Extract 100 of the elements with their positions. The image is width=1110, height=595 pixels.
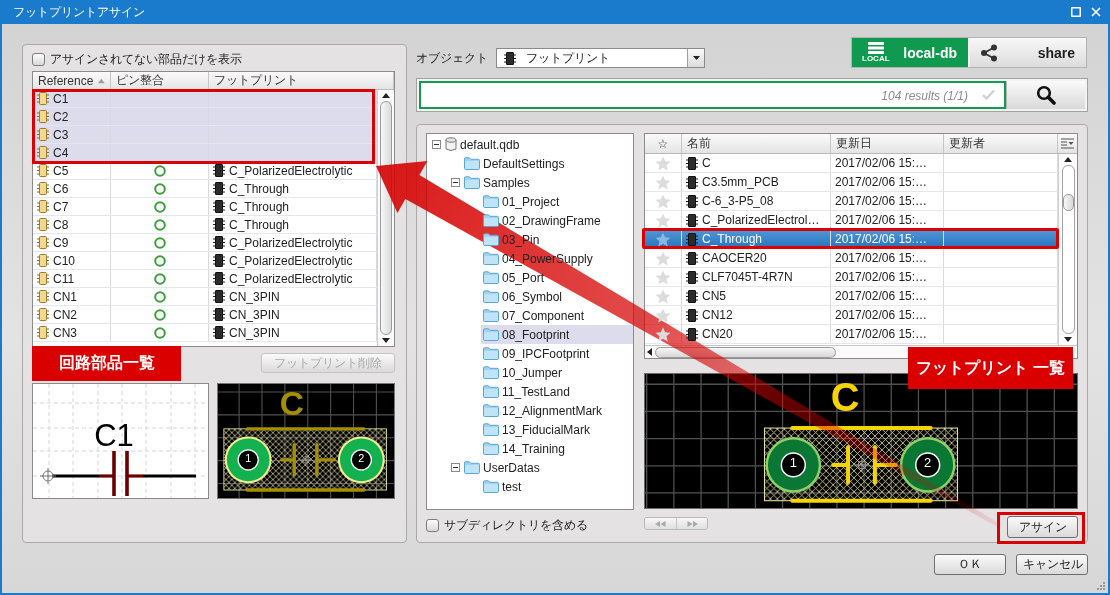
table-row[interactable]: C9 C_PolarizedElectrolytic xyxy=(33,234,377,252)
chip-icon xyxy=(686,175,698,189)
table-row[interactable]: C7 C_Through xyxy=(33,198,377,216)
column-header[interactable]: 名前 xyxy=(682,134,831,153)
star-icon[interactable] xyxy=(655,326,671,342)
table-row[interactable]: CAOCER20 2017/02/06 15:… xyxy=(645,249,1058,268)
table-row[interactable]: C-6_3-P5_08 2017/02/06 15:… xyxy=(645,192,1058,211)
reference-label: C10 xyxy=(53,253,75,268)
star-icon[interactable] xyxy=(655,269,671,285)
tree-item[interactable]: 02_DrawingFrame xyxy=(481,211,605,230)
updated-date: 2017/02/06 15:… xyxy=(835,175,928,189)
star-icon[interactable] xyxy=(655,174,671,190)
tree-item[interactable]: default.qdb xyxy=(443,135,524,154)
component-icon xyxy=(37,254,49,267)
column-header[interactable]: ピン整合 xyxy=(111,72,209,89)
star-icon[interactable] xyxy=(655,250,671,266)
tree-item[interactable]: DefaultSettings xyxy=(462,154,569,173)
star-icon[interactable] xyxy=(655,307,671,323)
table-row[interactable]: C11 C_PolarizedElectrolytic xyxy=(33,270,377,288)
dropdown-arrow-button[interactable] xyxy=(687,49,704,67)
footprint-name: C_Through xyxy=(229,217,290,232)
column-header[interactable]: Reference xyxy=(33,72,111,89)
fast-forward-icon xyxy=(686,520,698,527)
column-header[interactable]: フットプリント xyxy=(209,72,394,89)
collapse-icon[interactable] xyxy=(432,140,441,149)
pad-number: 2 xyxy=(924,454,932,470)
result-count: 104 results (1/1) xyxy=(881,89,968,103)
column-header[interactable]: ☆ xyxy=(645,134,682,153)
table-row[interactable]: C6 C_Through xyxy=(33,180,377,198)
updated-date: 2017/02/06 15:… xyxy=(835,251,928,265)
chip-icon xyxy=(686,327,698,341)
tree-item[interactable]: 10_Jumper xyxy=(481,363,567,382)
table-row[interactable]: C2 xyxy=(33,108,377,126)
tree-item[interactable]: 09_IPCFootprint xyxy=(481,344,594,363)
table-row[interactable]: C3 xyxy=(33,126,377,144)
tree-item[interactable]: Samples xyxy=(462,173,534,192)
component-icon xyxy=(37,236,49,249)
table-row[interactable]: CN1 CN_3PIN xyxy=(33,288,377,306)
collapse-icon[interactable] xyxy=(451,178,460,187)
pad-number: 1 xyxy=(245,451,252,464)
cancel-button[interactable]: キャンセル xyxy=(1016,554,1088,575)
table-row[interactable]: CN3 CN_3PIN xyxy=(33,324,377,342)
tree-item[interactable]: 07_Component xyxy=(481,306,589,325)
scrollbar-thumb[interactable] xyxy=(380,101,392,335)
checkbox[interactable] xyxy=(32,52,45,66)
column-menu-icon[interactable] xyxy=(1061,138,1074,149)
star-icon[interactable] xyxy=(655,288,671,304)
table-row[interactable]: C 2017/02/06 15:… xyxy=(645,154,1058,173)
table-row[interactable]: C4 xyxy=(33,144,377,162)
object-type-dropdown[interactable]: フットプリント xyxy=(496,48,705,68)
pad xyxy=(337,436,385,484)
table-row[interactable]: CN20 2017/02/06 15:… xyxy=(645,325,1058,344)
tree-item[interactable]: 05_Port xyxy=(481,268,549,287)
tree-item[interactable]: 06_Symbol xyxy=(481,287,567,306)
scroll-up-icon[interactable] xyxy=(382,93,390,98)
folder-icon xyxy=(483,480,499,493)
checkbox[interactable] xyxy=(426,518,439,532)
table-row[interactable]: CN12 2017/02/06 15:… xyxy=(645,306,1058,325)
origin-marker-icon xyxy=(854,457,870,473)
star-icon[interactable] xyxy=(655,193,671,209)
tree-item[interactable]: 14_Training xyxy=(481,439,569,458)
previous-button[interactable] xyxy=(645,518,676,529)
assign-button[interactable]: アサイン xyxy=(1007,516,1078,538)
ok-button[interactable]: ＯＫ xyxy=(934,554,1006,575)
tree-item[interactable]: 08_Footprint xyxy=(481,325,633,344)
reference-label: C1 xyxy=(53,91,69,106)
scrollbar-thumb[interactable] xyxy=(1062,194,1074,211)
scroll-up-icon[interactable] xyxy=(1064,157,1072,162)
component-icon xyxy=(37,308,49,321)
chip-icon xyxy=(686,270,698,284)
table-row[interactable]: C10 C_PolarizedElectrolytic xyxy=(33,252,377,270)
scroll-left-icon[interactable] xyxy=(647,348,652,356)
scroll-down-icon[interactable] xyxy=(1064,337,1072,342)
next-button[interactable] xyxy=(676,518,707,529)
local-db-button[interactable]: LOCAL local-db xyxy=(852,38,968,67)
star-icon[interactable] xyxy=(655,231,671,247)
star-icon[interactable] xyxy=(655,155,671,171)
table-row[interactable]: CN2 CN_3PIN xyxy=(33,306,377,324)
tree-item[interactable]: UserDatas xyxy=(462,458,544,477)
tree-item[interactable]: 12_AlignmentMark xyxy=(481,401,607,420)
tree-item[interactable]: 11_TestLand xyxy=(481,382,574,401)
table-row[interactable]: CLF7045T-4R7N 2017/02/06 15:… xyxy=(645,268,1058,287)
star-icon[interactable] xyxy=(655,212,671,228)
table-row[interactable]: CN5 2017/02/06 15:… xyxy=(645,287,1058,306)
share-button[interactable]: share xyxy=(970,38,1086,67)
reference-label: C2 xyxy=(53,109,69,124)
collapse-icon[interactable] xyxy=(451,463,460,472)
chip-icon xyxy=(213,218,225,231)
search-button[interactable] xyxy=(1006,81,1085,109)
search-field[interactable]: 104 results (1/1) xyxy=(419,81,1006,109)
scroll-down-icon[interactable] xyxy=(382,338,390,343)
table-row[interactable]: C8 C_Through xyxy=(33,216,377,234)
reference-label: CN1 xyxy=(53,289,77,304)
resize-grip-icon[interactable] xyxy=(1097,582,1105,590)
tree-item[interactable]: 13_FiducialMark xyxy=(481,420,595,439)
tree-item[interactable]: 01_Project xyxy=(481,192,564,211)
table-row[interactable]: C3.5mm_PCB 2017/02/06 15:… xyxy=(645,173,1058,192)
tree-item[interactable]: test xyxy=(481,477,526,496)
column-header[interactable]: 更新日 xyxy=(831,134,944,153)
column-header[interactable]: 更新者 xyxy=(944,134,1058,153)
